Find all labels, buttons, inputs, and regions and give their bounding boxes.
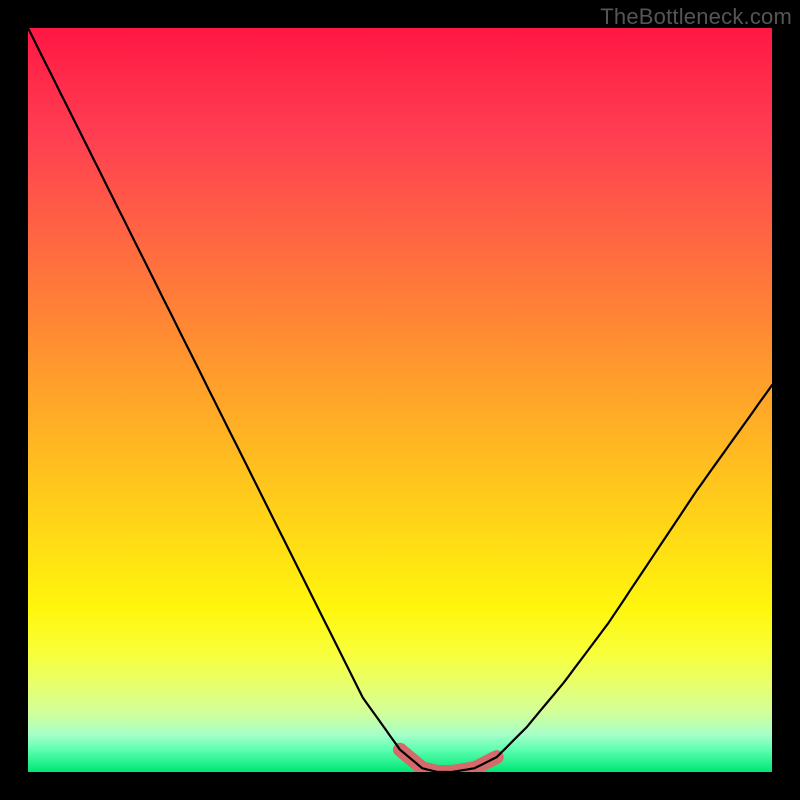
background-gradient (28, 28, 772, 772)
watermark-text: TheBottleneck.com (600, 4, 792, 30)
plot-area (28, 28, 772, 772)
chart-frame: TheBottleneck.com (0, 0, 800, 800)
